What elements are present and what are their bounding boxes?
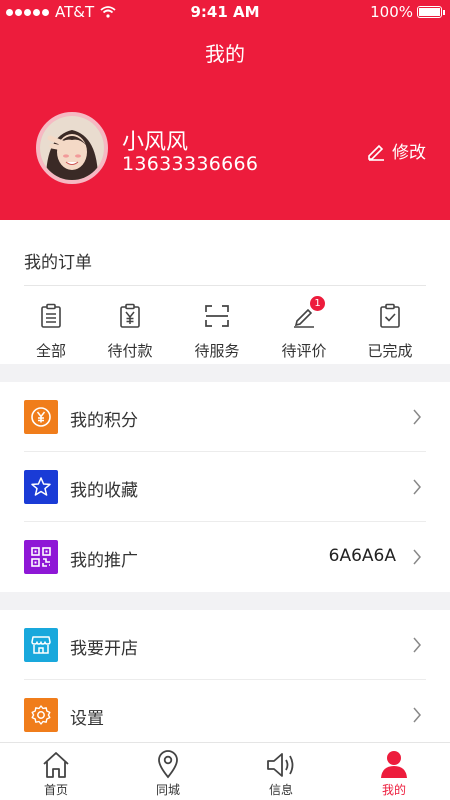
- menu-label: 我的收藏: [70, 481, 138, 501]
- battery-icon: [417, 6, 445, 18]
- points-tile: [24, 400, 58, 434]
- tab-label: 同城: [155, 783, 180, 797]
- order-all[interactable]: 全部: [13, 302, 89, 361]
- orders-title: 我的订单: [24, 253, 92, 273]
- speaker-icon: [267, 753, 294, 777]
- clipboard-icon: [41, 303, 61, 328]
- tab-label: 我的: [381, 783, 406, 797]
- scan-frame-icon: [205, 305, 229, 327]
- chevron-right-icon: [413, 479, 421, 495]
- order-pending-payment[interactable]: 待付款: [92, 302, 168, 361]
- check-clipboard-icon: [380, 303, 400, 328]
- order-label: 待付款: [107, 342, 153, 360]
- gear-icon: [31, 705, 51, 725]
- avatar[interactable]: [36, 112, 108, 184]
- orders-section: 我的订单 全部 待付款 待服务 1 待评价 已完成: [0, 220, 450, 364]
- menu-label: 我的推广: [70, 551, 138, 571]
- qr-code-icon: [31, 547, 51, 567]
- edit-icon: [368, 144, 384, 161]
- settings-tile: [24, 698, 58, 732]
- chevron-right-icon: [413, 707, 421, 723]
- tab-label: 信息: [268, 783, 293, 797]
- divider: [24, 285, 426, 286]
- profile-header: AT&T 9:41 AM 100% 我的 小风风 13633336666 修改: [0, 0, 450, 220]
- menu-label: 我要开店: [70, 639, 138, 659]
- menu-promotion[interactable]: 我的推广 6A6A6A: [0, 522, 450, 592]
- home-icon: [43, 752, 69, 778]
- order-pending-review[interactable]: 1 待评价: [266, 296, 342, 361]
- promotion-tile: [24, 540, 58, 574]
- store-tile: [24, 628, 58, 662]
- order-pending-service[interactable]: 待服务: [179, 302, 255, 361]
- avatar-image: [40, 116, 104, 180]
- order-label: 待服务: [194, 342, 240, 360]
- menu-group-2: 我要开店 设置: [0, 610, 450, 742]
- menu-open-store[interactable]: 我要开店: [0, 610, 450, 680]
- order-label: 已完成: [367, 342, 413, 360]
- username: 小风风: [122, 130, 189, 155]
- edit-profile-button[interactable]: 修改: [366, 138, 426, 163]
- order-label: 待评价: [281, 342, 327, 360]
- review-badge: 1: [310, 296, 325, 311]
- chevron-right-icon: [413, 549, 421, 565]
- store-icon: [31, 636, 51, 654]
- promotion-code: 6A6A6A: [328, 546, 396, 566]
- menu-label: 我的积分: [70, 411, 138, 431]
- yen-clipboard-icon: [120, 303, 140, 328]
- tab-info[interactable]: 信息: [225, 743, 337, 800]
- location-pin-icon: [158, 750, 178, 779]
- menu-points[interactable]: 我的积分: [0, 382, 450, 452]
- tab-me[interactable]: 我的: [338, 743, 450, 800]
- chevron-right-icon: [413, 409, 421, 425]
- tab-bar: 首页 同城 信息 我的: [0, 742, 450, 800]
- tab-label: 首页: [43, 783, 68, 797]
- phone-number: 13633336666: [122, 153, 259, 175]
- order-label: 全部: [35, 342, 66, 360]
- menu-settings[interactable]: 设置: [0, 680, 450, 750]
- yen-coin-icon: [31, 407, 51, 427]
- chevron-right-icon: [413, 637, 421, 653]
- favorites-tile: [24, 470, 58, 504]
- order-completed[interactable]: 已完成: [352, 302, 428, 361]
- tab-home[interactable]: 首页: [0, 743, 112, 800]
- edit-label: 修改: [392, 143, 426, 163]
- status-bar: AT&T 9:41 AM 100%: [0, 0, 450, 24]
- menu-favorites[interactable]: 我的收藏: [0, 452, 450, 522]
- tab-local[interactable]: 同城: [112, 743, 224, 800]
- battery-percent: 100%: [370, 3, 413, 21]
- star-icon: [31, 477, 51, 496]
- person-icon: [381, 751, 407, 778]
- menu-group-1: 我的积分 我的收藏 我的推广 6A6A6A: [0, 382, 450, 592]
- page-title: 我的: [205, 42, 245, 66]
- menu-label: 设置: [70, 709, 104, 729]
